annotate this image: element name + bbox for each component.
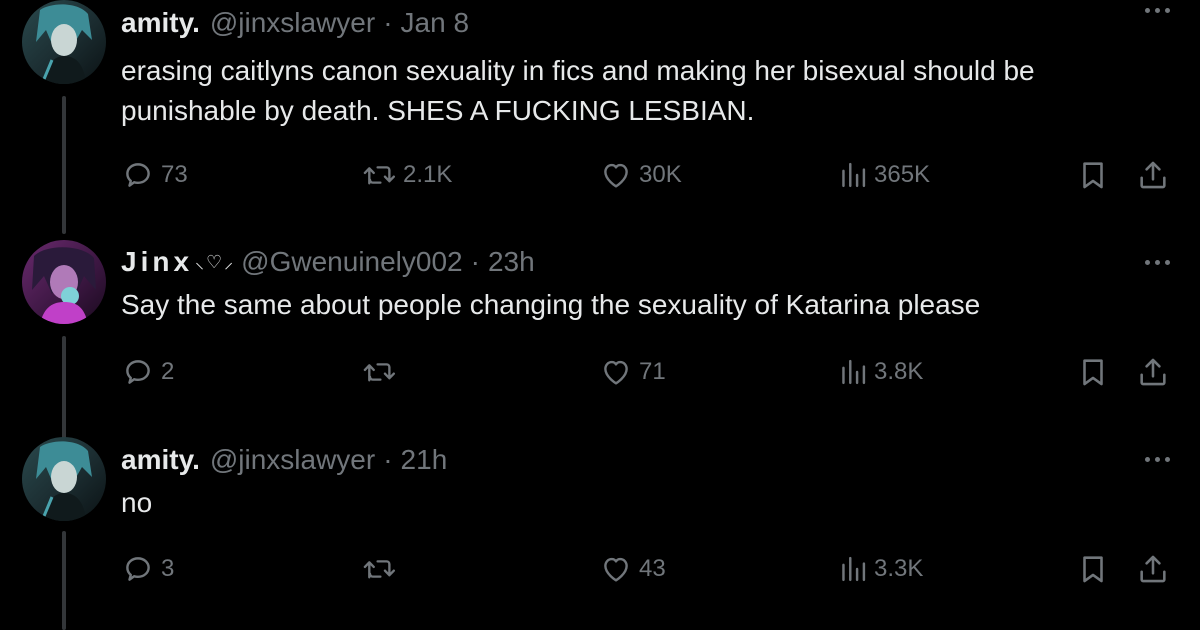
heart-icon [599, 158, 633, 192]
display-name[interactable]: amity. [121, 7, 200, 39]
thread-line [62, 531, 66, 630]
timestamp[interactable]: 23h [488, 246, 535, 278]
action-bar: 2 71 3.8K [121, 354, 1181, 390]
tweet-header: Jinx ⸜♡⸝ @Gwenuinely002 · 23h [121, 242, 535, 282]
views-button[interactable]: 365K [838, 157, 930, 193]
reply-count: 3 [161, 555, 175, 582]
repost-button[interactable] [361, 354, 403, 390]
action-bar: 73 2.1K 30K 365K [121, 157, 1181, 193]
avatar[interactable] [22, 240, 106, 324]
display-name[interactable]: Jinx [121, 246, 193, 278]
user-handle[interactable]: @Gwenuinely002 [241, 246, 462, 278]
share-icon [1136, 158, 1170, 192]
repost-icon [361, 552, 397, 586]
reply-button[interactable]: 73 [121, 157, 188, 193]
tweet-text: no [121, 487, 153, 518]
repost-button[interactable] [361, 551, 403, 587]
views-button[interactable]: 3.3K [838, 551, 923, 587]
display-name[interactable]: amity. [121, 444, 200, 476]
separator-dot: · [383, 444, 393, 475]
more-icon[interactable] [1145, 8, 1170, 13]
heart-icon [599, 552, 633, 586]
repost-icon [361, 158, 397, 192]
share-icon [1136, 552, 1170, 586]
heart-icon [599, 355, 633, 389]
share-button[interactable] [1136, 354, 1170, 390]
like-count: 30K [639, 161, 682, 188]
reply-icon [121, 158, 155, 192]
tweet-header: amity. @jinxslawyer · 21h [121, 440, 447, 480]
bookmark-button[interactable] [1076, 551, 1110, 587]
action-bar: 3 43 3.3K [121, 551, 1181, 587]
reply-count: 2 [161, 358, 175, 385]
views-icon [838, 355, 868, 389]
share-icon [1136, 355, 1170, 389]
like-count: 71 [639, 358, 666, 385]
like-button[interactable]: 43 [599, 551, 666, 587]
views-icon [838, 158, 868, 192]
like-button[interactable]: 30K [599, 157, 682, 193]
reply-count: 73 [161, 161, 188, 188]
like-count: 43 [639, 555, 666, 582]
tweet-text: Say the same about people changing the s… [121, 289, 981, 320]
reply-button[interactable]: 2 [121, 354, 174, 390]
name-decoration: ⸜♡⸝ [195, 252, 236, 272]
avatar[interactable] [22, 0, 106, 84]
view-count: 3.8K [874, 358, 924, 385]
view-count: 365K [874, 161, 931, 188]
separator-dot: · [470, 246, 480, 277]
user-handle[interactable]: @jinxslawyer [210, 444, 375, 476]
more-icon[interactable] [1145, 260, 1170, 265]
repost-button[interactable]: 2.1K [361, 157, 452, 193]
repost-count: 2.1K [403, 161, 453, 188]
thread-line [62, 96, 66, 234]
bookmark-button[interactable] [1076, 157, 1110, 193]
bookmark-icon [1076, 552, 1110, 586]
share-button[interactable] [1136, 157, 1170, 193]
share-button[interactable] [1136, 551, 1170, 587]
like-button[interactable]: 71 [599, 354, 666, 390]
reply-icon [121, 552, 155, 586]
separator-dot: · [383, 7, 393, 38]
more-icon[interactable] [1145, 457, 1170, 462]
tweet-text: erasing caitlyns canon sexuality in fics… [121, 55, 1035, 126]
tweet-header: amity. @jinxslawyer · Jan 8 [121, 3, 469, 43]
bookmark-button[interactable] [1076, 354, 1110, 390]
timestamp[interactable]: Jan 8 [401, 7, 470, 39]
view-count: 3.3K [874, 555, 924, 582]
repost-icon [361, 355, 397, 389]
reply-icon [121, 355, 155, 389]
reply-button[interactable]: 3 [121, 551, 174, 587]
views-icon [838, 552, 868, 586]
bookmark-icon [1076, 158, 1110, 192]
views-button[interactable]: 3.8K [838, 354, 923, 390]
timestamp[interactable]: 21h [401, 444, 448, 476]
avatar[interactable] [22, 437, 106, 521]
user-handle[interactable]: @jinxslawyer [210, 7, 375, 39]
bookmark-icon [1076, 355, 1110, 389]
